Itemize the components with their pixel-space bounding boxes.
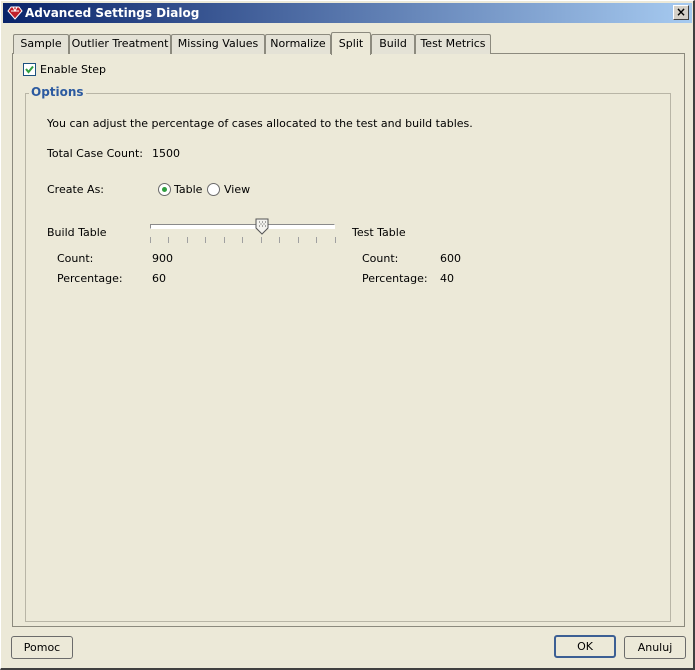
slider-tick [187,237,188,243]
slider-tick [168,237,169,243]
test-percentage-label: Percentage: [362,272,428,285]
ok-button[interactable]: OK [554,635,616,658]
create-as-view-radio[interactable] [207,183,220,196]
build-count-label: Count: [57,252,94,265]
build-count-value: 900 [152,252,173,265]
split-slider-thumb[interactable] [255,218,269,235]
tab-split[interactable]: Split [331,32,371,55]
test-count-value: 600 [440,252,461,265]
total-case-count-label: Total Case Count: [47,147,143,160]
checkmark-icon [25,65,34,74]
enable-step-checkbox[interactable] [23,63,36,76]
create-as-table-radio[interactable] [158,183,171,196]
tab-sample[interactable]: Sample [13,34,69,54]
close-button[interactable]: × [673,5,689,20]
create-as-table-label[interactable]: Table [174,183,202,196]
slider-tick [205,237,206,243]
advanced-settings-dialog: Advanced Settings Dialog × Sample Outlie… [0,0,695,670]
split-slider-track[interactable] [150,224,335,229]
create-as-view-label[interactable]: View [224,183,250,196]
tab-test-metrics[interactable]: Test Metrics [415,34,491,54]
build-percentage-label: Percentage: [57,272,123,285]
slider-tick [298,237,299,243]
help-button[interactable]: Pomoc [11,636,73,659]
slider-tick [150,237,151,243]
slider-tick [279,237,280,243]
slider-tick [224,237,225,243]
enable-step-label: Enable Step [40,63,107,76]
tab-build[interactable]: Build [371,34,415,54]
slider-thumb-icon [255,218,269,235]
build-table-title: Build Table [47,226,107,239]
options-description: You can adjust the percentage of cases a… [47,117,473,130]
test-count-label: Count: [362,252,399,265]
total-case-count-value: 1500 [152,147,180,160]
test-percentage-value: 40 [440,272,454,285]
cancel-button[interactable]: Anuluj [624,636,686,659]
close-icon: × [675,5,687,19]
window-title: Advanced Settings Dialog [25,6,200,20]
options-group [25,93,671,622]
options-group-title: Options [29,85,86,99]
tab-outlier-treatment[interactable]: Outlier Treatment [69,34,171,54]
tab-missing-values[interactable]: Missing Values [171,34,265,54]
test-table-title: Test Table [352,226,406,239]
slider-tick [335,237,336,243]
slider-tick [242,237,243,243]
slider-tick [316,237,317,243]
radio-selected-dot [162,187,167,192]
build-percentage-value: 60 [152,272,166,285]
create-as-label: Create As: [47,183,105,196]
title-bar[interactable]: Advanced Settings Dialog × [3,3,692,23]
slider-tick [261,237,262,243]
tab-normalize[interactable]: Normalize [265,34,331,54]
app-diamond-icon [7,5,23,21]
split-slider-ticks [150,237,336,245]
